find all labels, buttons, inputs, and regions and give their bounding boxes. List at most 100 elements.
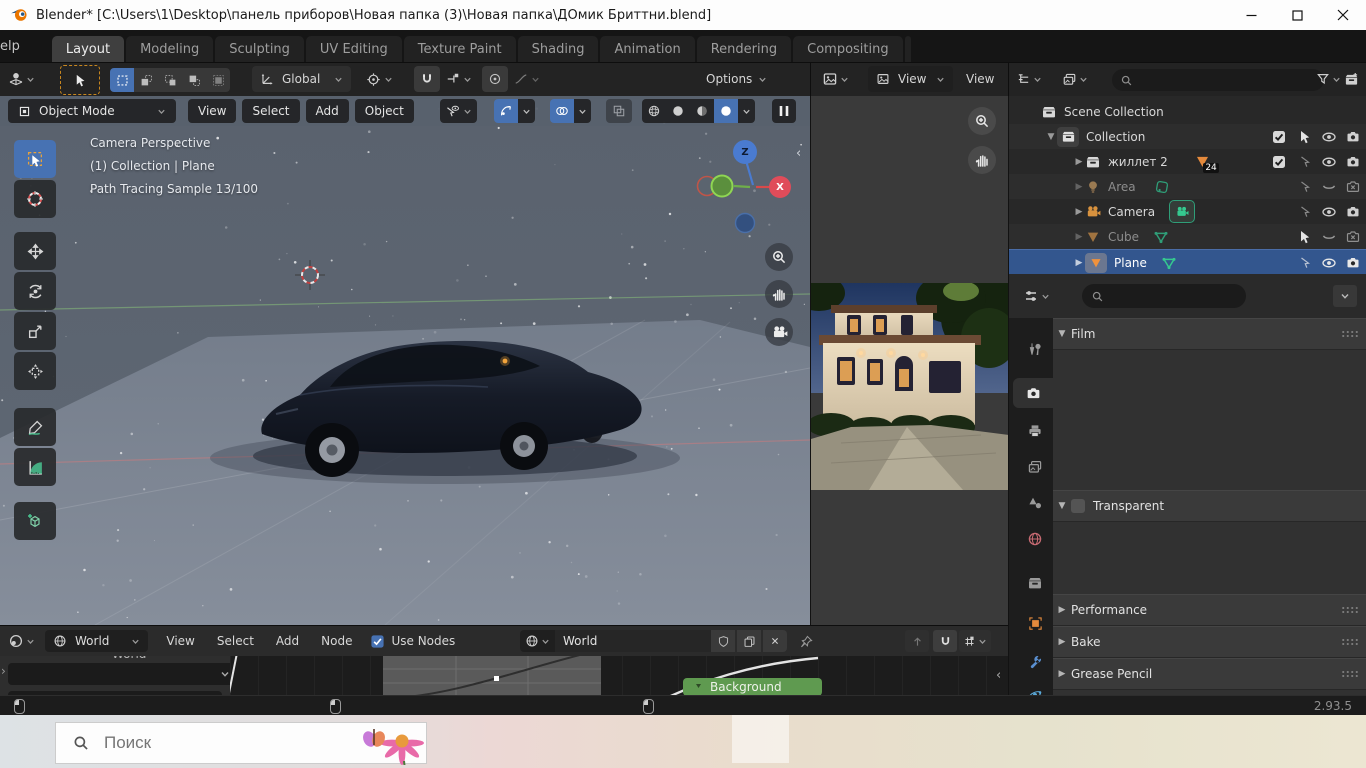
selectable-icon[interactable] xyxy=(1297,255,1313,271)
tool-annotate-button[interactable] xyxy=(14,408,56,446)
tool-transform-button[interactable] xyxy=(14,352,56,390)
panel-grease-pencil-header[interactable]: ▶Grease Pencil xyxy=(1053,658,1366,690)
show-overlays-toggle[interactable] xyxy=(550,99,574,123)
tab-output[interactable] xyxy=(1017,416,1053,446)
pivot-point-dropdown[interactable] xyxy=(362,66,397,92)
fake-user-button[interactable] xyxy=(711,630,735,652)
shading-material-button[interactable] xyxy=(690,99,714,123)
xray-toggle[interactable] xyxy=(606,99,632,123)
sidebar-dropdown[interactable] xyxy=(8,663,230,685)
search-input[interactable] xyxy=(102,732,306,754)
outliner-row-zhillet[interactable]: ▶ жиллет 2 24 xyxy=(1009,149,1366,174)
unlink-world-button[interactable] xyxy=(763,630,787,652)
select-mode-invert-button[interactable] xyxy=(182,68,206,92)
viewport-menu-object[interactable]: Object xyxy=(355,99,414,123)
viewport-3d[interactable]: Object Mode View Select Add Object xyxy=(0,96,810,625)
viewport-pan-button[interactable] xyxy=(765,280,793,308)
pin-icon[interactable] xyxy=(799,634,814,649)
taskbar-search-box[interactable] xyxy=(55,722,427,764)
node-snap-toggle[interactable] xyxy=(933,630,957,652)
options-dropdown[interactable]: Options xyxy=(706,66,767,92)
workspace-tab-modeling[interactable]: Modeling xyxy=(126,36,213,62)
gizmo-z-axis[interactable]: Z xyxy=(733,140,757,164)
tool-measure-button[interactable] xyxy=(14,448,56,486)
shading-dropdown[interactable] xyxy=(738,99,755,123)
gizmo-x-axis[interactable]: X xyxy=(769,176,791,198)
tab-tool[interactable] xyxy=(1017,334,1053,364)
world-name-field[interactable]: World xyxy=(555,630,711,652)
tab-object[interactable] xyxy=(1017,608,1053,638)
eye-closed-icon[interactable] xyxy=(1321,229,1337,245)
camera-visibility-icon[interactable] xyxy=(1345,204,1361,220)
outliner-row-cube[interactable]: ▶ Cube xyxy=(1009,224,1366,249)
outliner-display-mode-dropdown[interactable] xyxy=(1062,66,1088,92)
select-mode-intersect-button[interactable] xyxy=(206,68,230,92)
panel-performance-header[interactable]: ▶Performance xyxy=(1053,594,1366,626)
active-tool-select-box[interactable] xyxy=(60,65,100,95)
image-zoom-button[interactable] xyxy=(968,107,996,135)
parent-node-tree-button[interactable] xyxy=(905,630,929,652)
outliner-row-plane-selected[interactable]: ▶ Plane xyxy=(1009,249,1366,275)
eye-icon[interactable] xyxy=(1321,255,1337,271)
viewport-menu-add[interactable]: Add xyxy=(306,99,349,123)
node-snap-dropdown[interactable] xyxy=(959,630,991,652)
editor-type-properties-button[interactable] xyxy=(1023,288,1050,304)
snap-settings-dropdown[interactable] xyxy=(442,66,476,92)
workspace-tab-uv-editing[interactable]: UV Editing xyxy=(306,36,402,62)
tool-select-box-button[interactable] xyxy=(14,140,56,178)
select-mode-subtract-button[interactable] xyxy=(158,68,182,92)
close-button[interactable] xyxy=(1320,1,1366,30)
shader-menu-select[interactable]: Select xyxy=(217,634,254,648)
selectable-icon[interactable] xyxy=(1297,179,1313,195)
editor-type-image-button[interactable] xyxy=(822,66,849,92)
shading-rendered-button[interactable] xyxy=(714,99,738,123)
sidebar-expand-icon[interactable]: › xyxy=(1,664,6,678)
outliner-search-input[interactable] xyxy=(1112,69,1324,91)
workspace-tab-rendering[interactable]: Rendering xyxy=(697,36,791,62)
tool-rotate-button[interactable] xyxy=(14,272,56,310)
camera-visibility-icon[interactable] xyxy=(1345,129,1361,145)
panel-grip[interactable] xyxy=(1341,638,1359,646)
selectable-icon[interactable] xyxy=(1297,229,1313,245)
world-browse-dropdown[interactable] xyxy=(520,630,555,652)
tab-collection[interactable] xyxy=(1017,568,1053,598)
object-visibility-dropdown[interactable] xyxy=(440,99,477,123)
editor-type-outliner-button[interactable] xyxy=(1016,66,1042,92)
render-checkbox[interactable] xyxy=(1271,154,1287,170)
workspace-tab-sculpting[interactable]: Sculpting xyxy=(215,36,304,62)
outliner-row-scene-collection[interactable]: Scene Collection xyxy=(1009,99,1366,124)
menu-help-clipped[interactable]: elp xyxy=(0,39,20,54)
render-checkbox[interactable] xyxy=(1271,129,1287,145)
tool-cursor-button[interactable] xyxy=(14,180,56,218)
eye-icon[interactable] xyxy=(1321,154,1337,170)
shading-solid-button[interactable] xyxy=(666,99,690,123)
selectable-icon[interactable] xyxy=(1297,154,1313,170)
panel-grip[interactable] xyxy=(1341,330,1359,338)
shader-menu-node[interactable]: Node xyxy=(321,634,352,648)
snap-toggle-button[interactable] xyxy=(414,66,440,92)
editor-type-shader-button[interactable] xyxy=(8,633,35,649)
shader-menu-add[interactable]: Add xyxy=(276,634,299,648)
workspace-tab-shading[interactable]: Shading xyxy=(518,36,599,62)
image-view-menu[interactable]: View xyxy=(966,66,994,92)
camera-disabled-icon[interactable] xyxy=(1345,229,1361,245)
selectable-icon[interactable] xyxy=(1297,129,1313,145)
new-world-button[interactable] xyxy=(737,630,761,652)
workspace-tab-layout[interactable]: Layout xyxy=(52,36,124,62)
shading-wireframe-button[interactable] xyxy=(642,99,666,123)
overlays-dropdown[interactable] xyxy=(574,99,591,123)
select-mode-extend-button[interactable] xyxy=(134,68,158,92)
outliner-filter-dropdown[interactable] xyxy=(1314,66,1343,92)
image-editor-pane[interactable] xyxy=(810,96,1009,625)
properties-options-dropdown[interactable] xyxy=(1333,285,1357,307)
workspace-tab-animation[interactable]: Animation xyxy=(600,36,694,62)
workspace-tab-clipped[interactable] xyxy=(905,36,911,62)
editor-type-3dview-button[interactable] xyxy=(8,66,35,92)
eye-icon[interactable] xyxy=(1321,129,1337,145)
sidebar-collapse-icon[interactable]: ‹ xyxy=(796,146,801,161)
tab-scene[interactable] xyxy=(1017,488,1053,518)
shader-menu-view[interactable]: View xyxy=(166,634,194,648)
panel-transparent-header[interactable]: ▼ Transparent xyxy=(1053,490,1366,522)
mode-dropdown[interactable]: Object Mode xyxy=(8,99,176,123)
minimize-button[interactable] xyxy=(1228,1,1274,30)
